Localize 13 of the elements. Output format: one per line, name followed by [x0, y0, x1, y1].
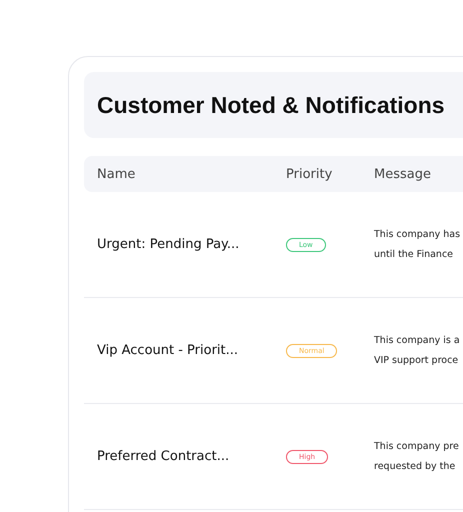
message-text: This company has [374, 229, 462, 240]
message-text: requested by the [374, 461, 456, 472]
message-text: This company pre [374, 441, 460, 452]
page-title: Customer Noted & Notifications [97, 92, 445, 118]
table-cell-text: Preferred Contract... [97, 449, 230, 464]
message-text: This company is a [374, 335, 461, 346]
table-cell-text: Vip Account - Priorit... [97, 343, 240, 358]
column-header: Priority [286, 166, 334, 182]
message-text: until the Finance [374, 249, 454, 260]
table-cell-text: Urgent: Pending Pay... [97, 237, 240, 252]
message-text: VIP support proce [374, 355, 460, 366]
column-header: Name [97, 166, 136, 182]
column-header: Message [374, 166, 432, 182]
